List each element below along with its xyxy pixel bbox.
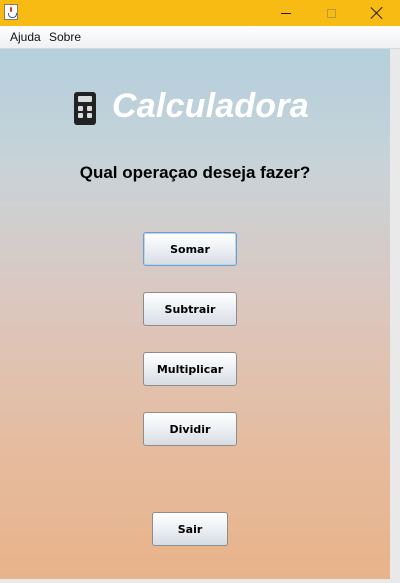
minimize-button[interactable] <box>263 0 309 26</box>
minimize-icon <box>281 12 291 14</box>
maximize-icon <box>326 8 336 18</box>
operation-question: Qual operaçao deseja fazer? <box>79 163 311 182</box>
dividir-button[interactable]: Dividir <box>143 412 237 446</box>
app-window: Ajuda Sobre Calculadora Qual operaçao de… <box>0 0 400 583</box>
title-bar[interactable] <box>0 0 400 26</box>
close-icon <box>370 6 384 20</box>
maximize-button[interactable] <box>308 0 354 26</box>
calculator-icon <box>74 92 96 125</box>
menu-sobre[interactable]: Sobre <box>49 30 81 44</box>
java-app-icon[interactable] <box>4 4 18 20</box>
app-title: Calculadora <box>112 87 309 125</box>
menu-bar: Ajuda Sobre <box>0 26 400 49</box>
window-border-bottom <box>0 579 390 583</box>
multiplicar-button[interactable]: Multiplicar <box>143 352 237 386</box>
close-button[interactable] <box>354 0 400 26</box>
menu-ajuda[interactable]: Ajuda <box>10 30 41 44</box>
sair-button[interactable]: Sair <box>152 512 228 546</box>
somar-button[interactable]: Somar <box>143 232 237 266</box>
main-panel: Calculadora Qual operaçao deseja fazer? … <box>0 49 390 579</box>
window-border-right <box>390 49 400 583</box>
subtrair-button[interactable]: Subtrair <box>143 292 237 326</box>
